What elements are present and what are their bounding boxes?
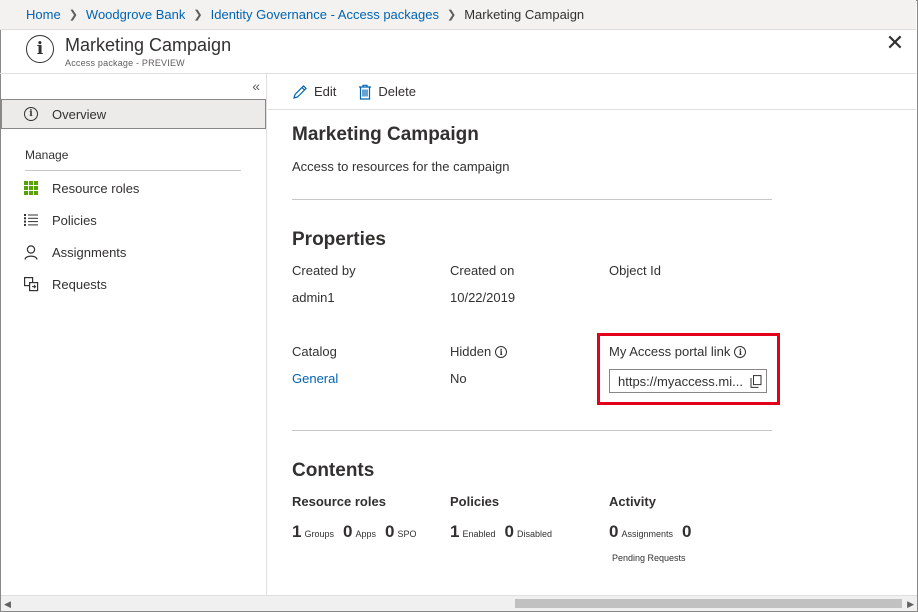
sidebar-item-label: Assignments [52, 244, 127, 260]
activity-heading: Activity [609, 494, 656, 509]
breadcrumb-access-packages[interactable]: Identity Governance - Access packages [211, 7, 439, 22]
apps-label: Apps [355, 529, 376, 539]
sidebar-item-label: Requests [52, 276, 107, 292]
sidebar-item-policies[interactable]: Policies [24, 208, 97, 232]
spo-count: 0 [384, 522, 395, 541]
divider [292, 199, 772, 200]
main-content: Edit Delete Marketing Campaign Access to… [268, 74, 916, 596]
policies-heading: Policies [450, 494, 500, 509]
portal-link-field[interactable]: https://myaccess.mi... [609, 369, 767, 393]
assignments-label: Assignments [621, 529, 673, 539]
sidebar-item-label: Overview [52, 106, 107, 122]
activity-stats: 0 Assignments 0 [609, 522, 694, 542]
hidden-value: No [450, 371, 467, 386]
collapse-sidebar-icon[interactable]: « [252, 78, 260, 94]
sidebar-item-label: Resource roles [52, 180, 140, 196]
horizontal-scrollbar[interactable]: ◀ ▶ [1, 595, 917, 611]
policies-stats: 1 Enabled 0 Disabled [450, 522, 561, 542]
package-description: Access to resources for the campaign [292, 159, 510, 174]
apps-count: 0 [342, 522, 353, 541]
sidebar-item-requests[interactable]: Requests [24, 272, 107, 296]
pending-count: 0 [682, 522, 692, 541]
trash-icon [359, 84, 372, 100]
portal-link-label-row: My Access portal link i [609, 344, 747, 359]
page-subtitle: Access package - PREVIEW [65, 58, 185, 68]
info-icon: i [26, 35, 54, 63]
copy-icon[interactable] [750, 375, 762, 391]
pending-requests-label: Pending Requests [612, 553, 686, 563]
edit-button[interactable]: Edit [292, 84, 336, 100]
created-on-label: Created on [450, 263, 515, 278]
sidebar-item-resource-roles[interactable]: Resource roles [24, 176, 139, 200]
list-icon [24, 214, 42, 226]
disabled-count: 0 [504, 522, 514, 541]
properties-heading: Properties [292, 229, 386, 250]
close-icon[interactable]: ✕ [884, 33, 906, 56]
disabled-label: Disabled [516, 529, 552, 539]
sidebar: « i Overview Manage Resource roles Polic… [0, 74, 267, 596]
page-title: Marketing Campaign [65, 35, 232, 55]
delete-button-label: Delete [378, 84, 416, 99]
assignments-count: 0 [609, 522, 619, 541]
hidden-label: Hidden [450, 344, 492, 359]
scroll-right-icon[interactable]: ▶ [907, 599, 914, 610]
contents-heading: Contents [292, 460, 375, 481]
groups-count: 1 [292, 522, 302, 541]
scrollbar-thumb[interactable] [515, 599, 902, 608]
resource-roles-stats: 1 Groups 0 Apps 0 SPO [292, 522, 425, 542]
breadcrumb-woodgrove-bank[interactable]: Woodgrove Bank [86, 7, 186, 22]
groups-label: Groups [304, 529, 334, 539]
chevron-right-icon: ❯ [68, 9, 78, 21]
pencil-icon [293, 84, 307, 99]
person-icon [24, 244, 42, 260]
spo-label: SPO [397, 529, 417, 539]
portal-link-value: https://myaccess.mi... [618, 373, 743, 389]
portal-link-label: My Access portal link [609, 344, 731, 359]
command-bar: Edit Delete [268, 74, 916, 110]
sidebar-section-manage: Manage [25, 148, 69, 162]
divider [25, 170, 241, 171]
enabled-label: Enabled [462, 529, 496, 539]
breadcrumb-home[interactable]: Home [26, 7, 61, 22]
edit-button-label: Edit [314, 84, 337, 99]
catalog-link[interactable]: General [292, 371, 338, 386]
info-icon: i [24, 107, 42, 121]
divider [292, 430, 772, 431]
scroll-left-icon[interactable]: ◀ [4, 599, 11, 610]
blade-header: i Marketing Campaign Access package - PR… [0, 30, 916, 74]
object-id-label: Object Id [609, 263, 662, 278]
sidebar-item-overview[interactable]: i Overview [1, 99, 266, 129]
breadcrumb: Home ❯ Woodgrove Bank ❯ Identity Governa… [0, 0, 916, 30]
enabled-count: 1 [450, 522, 460, 541]
delete-button[interactable]: Delete [358, 84, 416, 100]
catalog-label: Catalog [292, 344, 337, 359]
hidden-label-row: Hidden i [450, 344, 508, 359]
sidebar-item-label: Policies [52, 212, 97, 228]
breadcrumb-current: Marketing Campaign [464, 7, 585, 22]
created-by-value: admin1 [292, 290, 335, 305]
created-by-label: Created by [292, 263, 356, 278]
info-icon[interactable]: i [734, 345, 747, 358]
sidebar-item-assignments[interactable]: Assignments [24, 240, 126, 264]
requests-icon [24, 276, 42, 292]
resource-roles-heading: Resource roles [292, 494, 386, 509]
created-on-value: 10/22/2019 [450, 290, 516, 305]
chevron-right-icon: ❯ [193, 9, 203, 21]
chevron-right-icon: ❯ [446, 9, 457, 21]
info-icon[interactable]: i [495, 345, 508, 358]
package-title: Marketing Campaign [292, 124, 479, 145]
grid-icon [24, 181, 42, 195]
